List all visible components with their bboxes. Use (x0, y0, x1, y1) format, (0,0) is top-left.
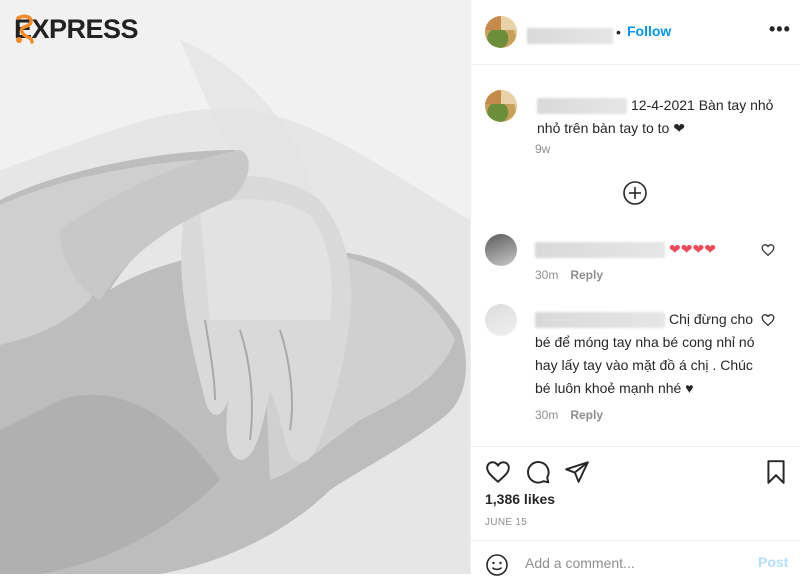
reply-button[interactable]: Reply (570, 268, 603, 282)
post-panel: • Follow ••• 12-4-2021 Bàn tay nhỏ nhỏ t… (470, 0, 800, 577)
more-options-icon[interactable]: ••• (769, 20, 791, 38)
add-comment-bar: Post (471, 540, 800, 577)
post-photo[interactable]: EXPRESS (0, 0, 470, 574)
heart-icon[interactable] (485, 459, 511, 485)
caption-body: 12-4-2021 Bàn tay nhỏ nhỏ trên bàn tay t… (537, 94, 775, 140)
post-date: JUNE 15 (485, 517, 528, 528)
author-avatar[interactable] (485, 16, 517, 48)
hands-photo-image (0, 0, 470, 574)
caption-age: 9w (535, 142, 551, 156)
comment-like-icon[interactable] (761, 313, 775, 327)
comment-meta: 30m Reply (535, 408, 603, 422)
commenter-avatar[interactable] (485, 304, 517, 336)
commenter-username-blurred[interactable] (535, 242, 665, 259)
comment-input[interactable] (525, 555, 745, 571)
post-header: • Follow ••• (471, 0, 800, 65)
reply-button[interactable]: Reply (570, 408, 603, 422)
comment-time: 30m (535, 268, 559, 282)
bookmark-icon[interactable] (763, 459, 789, 485)
comment-like-icon[interactable] (761, 243, 775, 257)
express-logo-mark (16, 14, 34, 44)
share-icon[interactable] (564, 459, 590, 485)
plus-circle-icon[interactable] (622, 180, 648, 206)
comment-body: ❤❤❤❤ (535, 238, 760, 261)
commenter-username-blurred[interactable] (535, 312, 665, 329)
header-separator: • (616, 24, 621, 40)
comment-text: ❤❤❤❤ (669, 241, 716, 257)
follow-button[interactable]: Follow (627, 23, 671, 39)
author-username-blurred[interactable] (527, 28, 613, 44)
caption-author-avatar[interactable] (485, 90, 517, 122)
caption-username-blurred[interactable] (537, 98, 627, 115)
comment-meta: 30m Reply (535, 268, 603, 282)
commenter-avatar[interactable] (485, 234, 517, 266)
express-logo: EXPRESS (14, 14, 139, 45)
likes-count[interactable]: 1,386 likes (485, 491, 555, 507)
comment-icon[interactable] (525, 459, 551, 485)
comment-body: Chị đừng cho bé để móng tay nha bé cong … (535, 308, 760, 400)
comment-time: 30m (535, 408, 559, 422)
post-comment-button[interactable]: Post (758, 554, 788, 570)
emoji-icon[interactable] (485, 553, 509, 577)
